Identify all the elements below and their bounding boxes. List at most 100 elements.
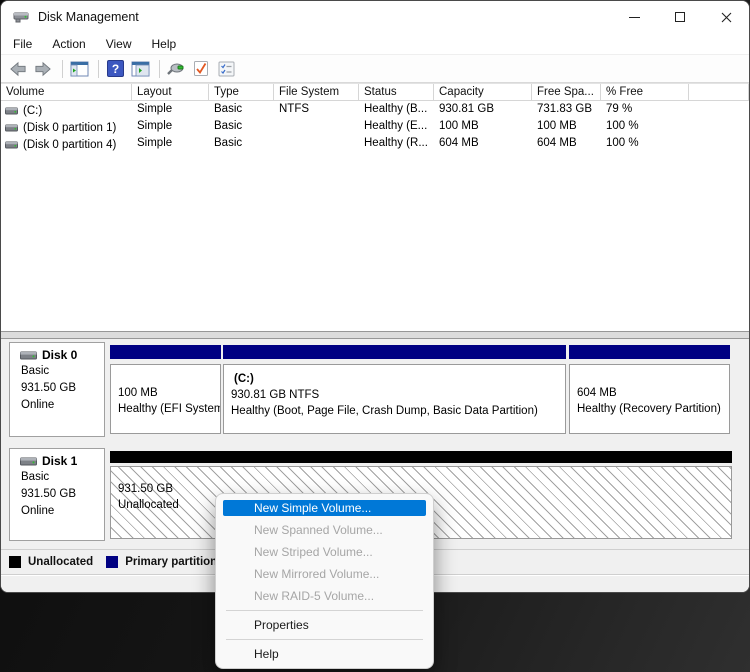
title-bar: Disk Management xyxy=(1,1,749,33)
disk-kind: Basic xyxy=(10,469,104,486)
volume-icon xyxy=(5,107,18,115)
action-pane-icon xyxy=(131,61,150,77)
col-volume[interactable]: Volume xyxy=(1,84,132,100)
disk-status: Online xyxy=(10,503,104,520)
cell-fs xyxy=(274,118,359,135)
cell-pct: 100 % xyxy=(601,118,689,135)
disk-name: Disk 0 xyxy=(42,348,77,362)
col-free-space[interactable]: Free Spa... xyxy=(532,84,601,100)
checklist-icon xyxy=(218,61,235,77)
cell-layout: Simple xyxy=(132,135,209,152)
partition-color-bar xyxy=(110,345,221,359)
console-tree-icon xyxy=(70,61,89,77)
menu-item-properties[interactable]: Properties xyxy=(216,614,433,636)
menu-action[interactable]: Action xyxy=(42,34,95,54)
back-arrow-icon xyxy=(9,61,27,77)
refresh-icon xyxy=(166,61,186,77)
partition-efi[interactable]: 100 MB Healthy (EFI System xyxy=(110,364,221,434)
disk-icon xyxy=(20,457,37,466)
menu-item-help[interactable]: Help xyxy=(216,643,433,665)
disk1-label-panel[interactable]: Disk 1 Basic 931.50 GB Online xyxy=(9,448,105,541)
cell-status: Healthy (E... xyxy=(359,118,434,135)
partition-status: Healthy (Boot, Page File, Crash Dump, Ba… xyxy=(224,403,565,419)
cell-status: Healthy (B... xyxy=(359,101,434,118)
cell-type: Basic xyxy=(209,135,274,152)
help-icon: ? xyxy=(107,60,124,77)
menu-item-new-raid5-volume[interactable]: New RAID-5 Volume... xyxy=(216,585,433,607)
unallocated-swatch xyxy=(9,556,21,568)
partition-color-bar xyxy=(223,345,566,359)
view-options-button[interactable] xyxy=(215,59,237,79)
show-action-pane-button[interactable] xyxy=(129,59,151,79)
help-button[interactable]: ? xyxy=(104,59,126,79)
table-row[interactable]: (C:) Simple Basic NTFS Healthy (B... 930… xyxy=(1,101,749,118)
disk-name: Disk 1 xyxy=(42,454,77,468)
menu-separator xyxy=(226,639,423,640)
cell-capacity: 604 MB xyxy=(434,135,532,152)
partition-color-bar xyxy=(569,345,730,359)
toolbar: ? xyxy=(1,55,749,83)
col-file-system[interactable]: File System xyxy=(274,84,359,100)
menu-view[interactable]: View xyxy=(96,34,142,54)
volume-name: (Disk 0 partition 1) xyxy=(23,122,116,134)
partition-size: 100 MB xyxy=(111,385,220,401)
cell-status: Healthy (R... xyxy=(359,135,434,152)
minimize-button[interactable] xyxy=(611,1,657,33)
legend-primary-partition: Primary partition xyxy=(125,556,217,568)
show-console-tree-button[interactable] xyxy=(68,59,90,79)
table-row[interactable]: (Disk 0 partition 4) Simple Basic Health… xyxy=(1,135,749,152)
forward-arrow-icon xyxy=(34,61,52,77)
col-type[interactable]: Type xyxy=(209,84,274,100)
partition-status: Healthy (EFI System xyxy=(111,401,220,417)
app-icon xyxy=(13,9,29,25)
cell-capacity: 100 MB xyxy=(434,118,532,135)
menu-help[interactable]: Help xyxy=(142,34,187,54)
maximize-button[interactable] xyxy=(657,1,703,33)
cell-type: Basic xyxy=(209,118,274,135)
cell-free: 731.83 GB xyxy=(532,101,601,118)
col-layout[interactable]: Layout xyxy=(132,84,209,100)
cell-capacity: 930.81 GB xyxy=(434,101,532,118)
disk-status: Online xyxy=(10,397,104,414)
partition-recovery[interactable]: 604 MB Healthy (Recovery Partition) xyxy=(569,364,730,434)
menu-item-new-spanned-volume[interactable]: New Spanned Volume... xyxy=(216,519,433,541)
pane-splitter[interactable] xyxy=(1,331,749,339)
disk0-label-panel[interactable]: Disk 0 Basic 931.50 GB Online xyxy=(9,342,105,437)
cell-fs: NTFS xyxy=(274,101,359,118)
cell-type: Basic xyxy=(209,101,274,118)
col-capacity[interactable]: Capacity xyxy=(434,84,532,100)
rescan-disks-button[interactable] xyxy=(190,59,212,79)
legend-unallocated: Unallocated xyxy=(28,556,93,568)
cell-free: 604 MB xyxy=(532,135,601,152)
volume-name: (Disk 0 partition 4) xyxy=(23,139,116,151)
volume-icon xyxy=(5,141,18,149)
col-status[interactable]: Status xyxy=(359,84,434,100)
table-row[interactable]: (Disk 0 partition 1) Simple Basic Health… xyxy=(1,118,749,135)
menu-item-new-simple-volume[interactable]: New Simple Volume... xyxy=(216,497,433,519)
primary-partition-swatch xyxy=(106,556,118,568)
disk-kind: Basic xyxy=(10,363,104,380)
partition-size: 604 MB xyxy=(570,385,729,401)
refresh-button[interactable] xyxy=(165,59,187,79)
menu-file[interactable]: File xyxy=(3,34,42,54)
partition-size: 930.81 GB NTFS xyxy=(224,387,565,403)
cell-pct: 100 % xyxy=(601,135,689,152)
minimize-icon xyxy=(629,17,640,18)
forward-button[interactable] xyxy=(32,59,54,79)
menu-item-new-striped-volume[interactable]: New Striped Volume... xyxy=(216,541,433,563)
context-menu: New Simple Volume... New Spanned Volume.… xyxy=(215,493,434,669)
close-button[interactable] xyxy=(703,1,749,33)
check-document-icon xyxy=(193,60,209,77)
menu-item-new-mirrored-volume[interactable]: New Mirrored Volume... xyxy=(216,563,433,585)
disk-icon xyxy=(20,351,37,360)
col-pct-free[interactable]: % Free xyxy=(601,84,689,100)
back-button[interactable] xyxy=(7,59,29,79)
volume-name: (C:) xyxy=(23,105,42,117)
svg-text:?: ? xyxy=(111,62,118,76)
partition-name: (C:) xyxy=(224,371,565,387)
volume-icon xyxy=(5,124,18,132)
partition-status: Healthy (Recovery Partition) xyxy=(570,401,729,417)
partition-c[interactable]: (C:) 930.81 GB NTFS Healthy (Boot, Page … xyxy=(223,364,566,434)
cell-fs xyxy=(274,135,359,152)
menu-bar: File Action View Help xyxy=(1,33,749,55)
